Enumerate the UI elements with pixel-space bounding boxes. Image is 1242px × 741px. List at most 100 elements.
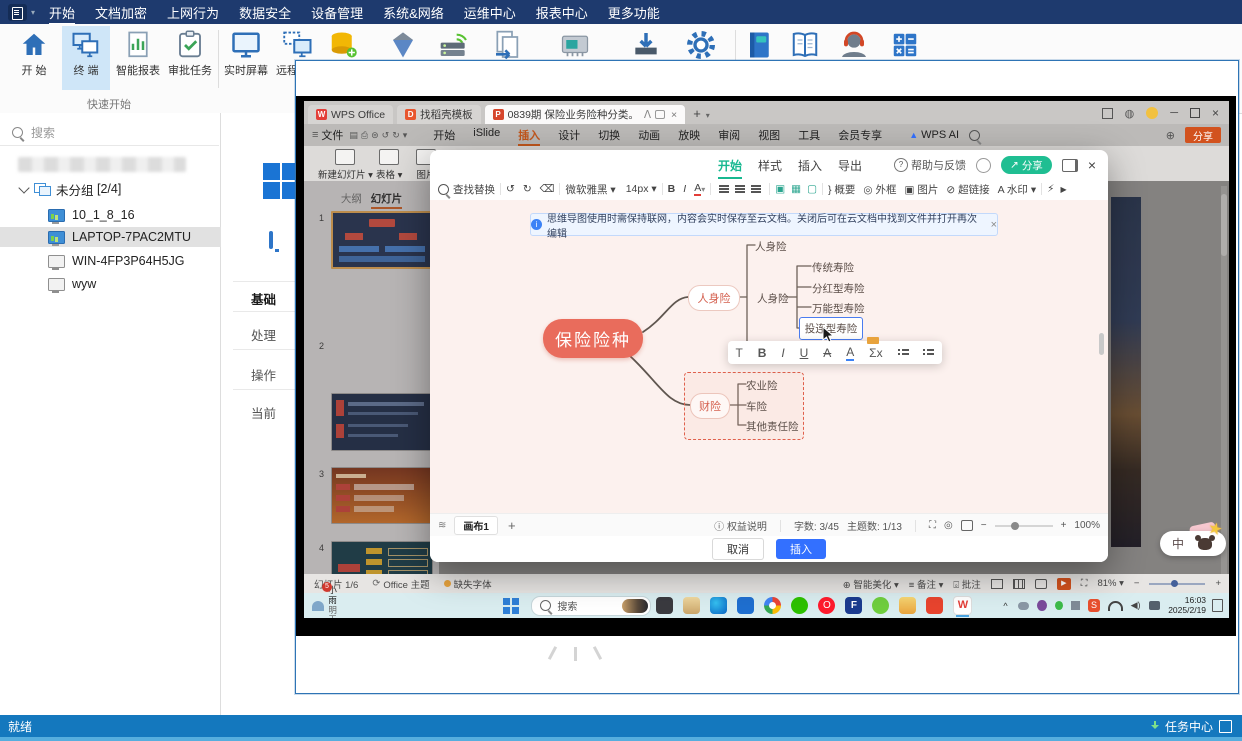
chevron-down-icon[interactable] [18, 182, 30, 194]
purple-tray-icon[interactable] [1037, 600, 1048, 611]
network-card-icon[interactable] [560, 30, 590, 60]
open-book-icon[interactable] [790, 30, 820, 60]
cloud-tray-icon[interactable] [1017, 601, 1030, 610]
support-headset-icon[interactable] [838, 29, 870, 61]
rights-info[interactable]: ⓘ 权益说明 [714, 518, 767, 533]
database-backup-icon[interactable] [328, 30, 358, 60]
gray-tray-icon[interactable] [1071, 601, 1081, 610]
text-style-button[interactable]: T [735, 346, 742, 360]
canvas-scrollbar[interactable] [1099, 333, 1104, 355]
zoom-in-icon[interactable]: + [1215, 578, 1221, 589]
menubar-item[interactable]: 更多功能 [598, 0, 670, 25]
restore-icon[interactable] [1189, 108, 1200, 118]
minimize-icon[interactable]: ─ [1170, 107, 1178, 119]
zoom-slider[interactable] [1149, 579, 1206, 587]
fit-screen-icon[interactable]: ⛶ [1081, 578, 1088, 589]
align-center-icon[interactable] [735, 185, 746, 193]
pop-out-icon[interactable] [1061, 158, 1078, 172]
wps-menu-item[interactable]: iSlide [464, 127, 509, 143]
layout-icon[interactable] [1101, 107, 1113, 119]
settings-gear-icon[interactable] [685, 29, 717, 61]
tree-node-wyw[interactable]: wyw [48, 274, 96, 294]
insert-topic-icon[interactable]: ▣ [775, 183, 785, 195]
zoom-out-icon[interactable]: − [1134, 578, 1140, 589]
theme-indicator[interactable]: ⟳ Office 主题 [372, 577, 429, 591]
tab-list-caret-icon[interactable]: ▾ [706, 111, 710, 120]
dialog-tab[interactable]: 插入 [798, 157, 822, 179]
summary-button[interactable]: } 概要 [828, 182, 855, 197]
slideshow-play-icon[interactable]: ▶ [1056, 577, 1071, 590]
menubar-item[interactable]: 数据安全 [229, 0, 301, 25]
wps-menu-item[interactable]: 插入 [509, 127, 549, 146]
wps-menu-item[interactable]: 审阅 [709, 127, 749, 143]
file-explorer-icon[interactable] [899, 597, 917, 614]
leaf-node[interactable]: 农业险 [746, 378, 778, 393]
chrome-icon[interactable] [764, 597, 782, 614]
taskbar-search[interactable]: 搜索 [531, 595, 652, 616]
missing-font-warning[interactable]: 缺失字体 [443, 577, 492, 591]
leaf-node[interactable]: 分红型寿险 [812, 281, 865, 296]
close-window-icon[interactable]: × [1212, 106, 1219, 120]
wps-ai-entry[interactable]: ▲ WPS AI [909, 129, 959, 141]
layers-icon[interactable]: ≋ [438, 520, 446, 531]
redo-icon[interactable]: ↻ [523, 183, 532, 195]
hyperlink-button[interactable]: ⊘ 超链接 [946, 182, 989, 197]
menubar-item[interactable]: 系统&网络 [373, 0, 454, 25]
calculator-icon[interactable] [890, 30, 920, 60]
reading-view-icon[interactable] [1034, 578, 1047, 589]
find-replace-button[interactable]: 查找替换 [438, 182, 495, 197]
zoom-out-icon[interactable]: − [981, 520, 987, 531]
canvas-tab[interactable]: 画布1 [454, 516, 498, 535]
dialog-close-icon[interactable]: × [1088, 157, 1096, 173]
formula-button[interactable]: Σx [869, 346, 882, 360]
sidebar-search[interactable]: 搜索 [0, 119, 219, 146]
branch-node-life-insurance[interactable]: 人身险 [688, 285, 740, 311]
policy-gem-icon[interactable] [388, 30, 418, 60]
upload-cloud-icon[interactable]: ⊕ [1166, 129, 1175, 142]
wps-menu-item[interactable]: 工具 [789, 127, 829, 143]
document-tab-active[interactable]: P 0839期 保险业务险种分类。 ᐱ × [484, 105, 686, 124]
document-transfer-icon[interactable] [492, 29, 524, 61]
redacted-root-node[interactable] [18, 157, 186, 172]
leaf-node[interactable]: 传统寿险 [812, 260, 854, 275]
format-eraser-icon[interactable]: ⌫ [540, 183, 555, 195]
wps-menu-item[interactable]: 动画 [629, 127, 669, 143]
leaf-node[interactable]: 万能型寿险 [812, 301, 865, 316]
volume-icon[interactable]: ◀) [1131, 600, 1141, 611]
account-avatar[interactable] [1146, 107, 1159, 119]
sorter-view-icon[interactable] [1012, 578, 1025, 589]
clock[interactable]: 16:03 2025/2/19 [1168, 595, 1206, 616]
mindmap-root-node[interactable]: 保险险种 [543, 319, 643, 358]
help-feedback[interactable]: ? 帮助与反馈 [894, 157, 966, 173]
red-app-icon[interactable] [926, 597, 944, 614]
bullet-list-icon[interactable] [897, 348, 909, 357]
italic-button[interactable]: I [781, 346, 784, 360]
cancel-button[interactable]: 取消 [712, 538, 764, 560]
menubar-item[interactable]: 文档加密 [85, 0, 157, 25]
manual-book-icon[interactable] [745, 30, 775, 60]
fit-view-icon[interactable]: ⛶ [929, 520, 936, 531]
minimap-icon[interactable] [960, 520, 973, 531]
leaf-node[interactable]: 车险 [746, 399, 767, 414]
underline-button[interactable]: U [800, 346, 809, 360]
align-left-icon[interactable] [719, 185, 730, 193]
menubar-item[interactable]: 上网行为 [157, 0, 229, 25]
dialog-tab[interactable]: 样式 [758, 157, 782, 179]
new-slide-button[interactable]: 新建幻灯片 ▾ [318, 149, 373, 181]
add-canvas-icon[interactable]: + [508, 518, 516, 533]
bold-button[interactable]: B [668, 183, 676, 195]
mindmap-share-button[interactable]: ↗ 分享 [1001, 156, 1052, 174]
green-leaf-app-icon[interactable] [872, 597, 890, 614]
tree-node-10-1-8-16[interactable]: 10_1_8_16 [48, 205, 135, 225]
font-size-select[interactable]: 14px ▾ [626, 183, 657, 195]
server-wifi-icon[interactable] [438, 28, 470, 60]
menubar-item[interactable]: 开始 [39, 0, 85, 25]
table-button[interactable]: 表格 ▾ [376, 149, 402, 181]
leaf-node[interactable]: 人身险 [755, 239, 787, 254]
frame-button[interactable]: ◎ 外框 [863, 182, 896, 197]
tray-expand-icon[interactable]: ^ [1003, 601, 1007, 611]
font-family-select[interactable]: 微软雅黑 ▾ [565, 182, 615, 197]
menubar-item[interactable]: 报表中心 [526, 0, 598, 25]
wps-taskbar-icon[interactable]: W [953, 596, 973, 617]
no-ads-icon[interactable] [976, 157, 991, 173]
